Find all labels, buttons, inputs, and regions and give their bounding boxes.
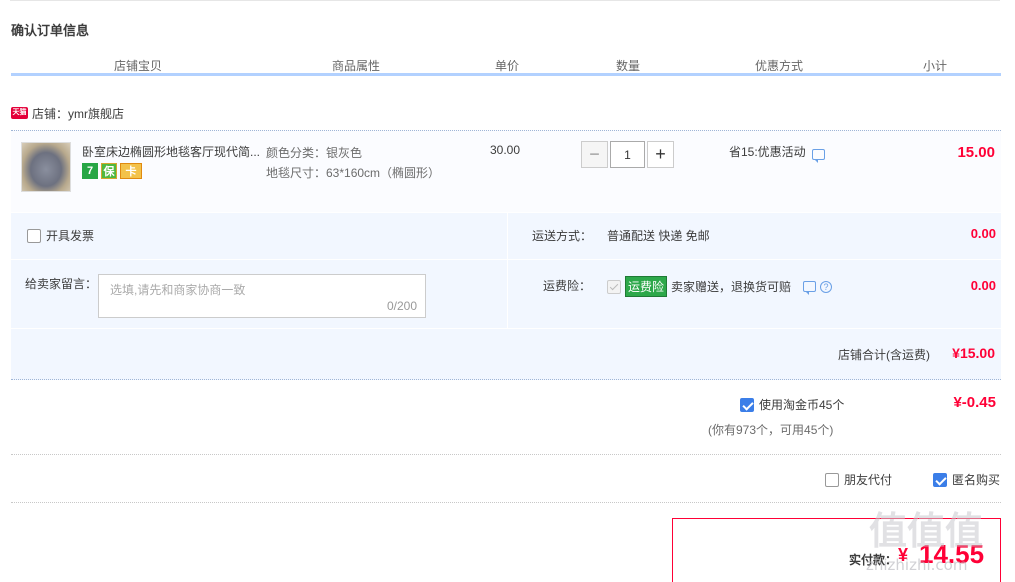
shop-name[interactable]: 店铺：ymr旗舰店: [32, 105, 124, 122]
coins-checkbox[interactable]: [740, 397, 754, 412]
product-title[interactable]: 卧室床边椭圆形地毯客厅现代简...: [82, 143, 262, 160]
coins-discount: ¥-0.45: [953, 394, 996, 411]
top-divider: [10, 0, 1000, 1]
insurance-fee: 0.00: [970, 278, 996, 293]
coins-balance: (你有973个，可用45个): [708, 423, 834, 437]
friend-pay-option[interactable]: 朋友代付: [825, 471, 892, 488]
watermark: 值值值 zhizhizhi.com: [866, 500, 1006, 580]
message-placeholder: 选填,请先和商家协商一致: [110, 283, 246, 297]
column-header: 店铺宝贝 商品属性 单价 数量 优惠方式 小计: [11, 58, 1001, 76]
anonymous-buy-option[interactable]: 匿名购买: [933, 471, 1000, 488]
invoice-message-panel: 开具发票 给卖家留言： 选填,请先和商家协商一致 0/200: [11, 213, 505, 328]
shop-row: 天猫 店铺：ymr旗舰店: [11, 103, 124, 123]
shipping-panel: 运送方式： 普通配送 快递 免邮 0.00 运费险： 运费险 卖家赠送，退换货可…: [507, 213, 1001, 328]
comment-icon[interactable]: [803, 281, 817, 295]
insurance-label: 运费险：: [543, 279, 592, 293]
order-options-panel: 开具发票 给卖家留言： 选填,请先和商家协商一致 0/200 运送方式： 普通配…: [11, 213, 1001, 328]
unit-price: 30.00: [490, 143, 521, 157]
qty-minus-button[interactable]: −: [581, 141, 608, 168]
insurance-row: 运费险 卖家赠送，退换货可赔 ?: [607, 276, 833, 297]
invoice-label: 开具发票: [46, 229, 95, 243]
insurance-badge: 运费险: [625, 276, 668, 297]
column-discount: 优惠方式: [689, 58, 870, 73]
help-icon[interactable]: ?: [820, 280, 833, 293]
column-subtotal: 小计: [870, 58, 1001, 73]
tmall-icon: 天猫: [11, 107, 28, 119]
seller-message-input[interactable]: 选填,请先和商家协商一致 0/200: [98, 274, 426, 318]
order-item-row: 卧室床边椭圆形地毯客厅现代简... 7 保 卡 颜色分类：银灰色 地毯尺寸：63…: [11, 130, 1001, 212]
message-counter: 0/200: [386, 299, 417, 313]
column-unit-price: 单价: [447, 58, 568, 73]
page-title: 确认订单信息: [11, 23, 90, 38]
shop-total-label: 店铺合计(含运费): [838, 348, 930, 362]
attr-color: 颜色分类：银灰色: [266, 146, 363, 160]
comment-icon[interactable]: [811, 149, 825, 163]
promo-text: 省15:优惠活动: [729, 145, 806, 159]
shipping-fee: 0.00: [970, 226, 996, 241]
product-attributes: 颜色分类：银灰色 地毯尺寸：63*160cm（椭圆形）: [266, 143, 446, 183]
anonymous-checkbox[interactable]: [933, 472, 947, 487]
divider: [11, 454, 1001, 455]
seven-day-return-icon[interactable]: 7: [82, 163, 98, 179]
invoice-option[interactable]: 开具发票: [27, 227, 94, 244]
guarantee-icon[interactable]: 保: [101, 163, 117, 179]
anonymous-label: 匿名购买: [952, 473, 1001, 487]
invoice-checkbox[interactable]: [27, 228, 41, 243]
shipping-method: 普通配送 快递 免邮: [607, 229, 710, 243]
qty-plus-button[interactable]: +: [647, 141, 674, 168]
qty-input[interactable]: [610, 141, 645, 168]
credit-card-icon[interactable]: 卡: [120, 163, 142, 179]
shop-total-row: 店铺合计(含运费) ¥15.00: [11, 329, 1001, 380]
divider: [11, 502, 1001, 503]
watermark-url: zhizhizhi.com: [866, 556, 968, 574]
options-divider: [11, 259, 1001, 260]
shipping-label: 运送方式：: [532, 229, 593, 243]
message-label: 给卖家留言：: [25, 277, 98, 291]
product-thumbnail[interactable]: [21, 142, 71, 192]
friend-pay-checkbox[interactable]: [825, 472, 839, 487]
insurance-checkbox: [607, 279, 621, 294]
service-tags: 7 保 卡: [82, 163, 142, 179]
coins-label: 使用淘金币45个: [759, 398, 845, 412]
promo-info: 省15:优惠活动: [729, 143, 825, 163]
coins-option[interactable]: 使用淘金币45个: [740, 396, 844, 413]
shop-total-amount: ¥15.00: [952, 345, 995, 361]
quantity-stepper: − +: [581, 141, 674, 168]
column-quantity: 数量: [568, 58, 689, 73]
insurance-text: 卖家赠送，退换货可赔: [671, 280, 792, 294]
item-subtotal: 15.00: [957, 144, 995, 161]
friend-pay-label: 朋友代付: [844, 473, 893, 487]
watermark-logo: 值值值: [869, 509, 984, 553]
column-attributes: 商品属性: [266, 58, 447, 73]
attr-size: 地毯尺寸：63*160cm（椭圆形）: [266, 166, 441, 180]
column-shop-item: 店铺宝贝: [11, 58, 266, 73]
